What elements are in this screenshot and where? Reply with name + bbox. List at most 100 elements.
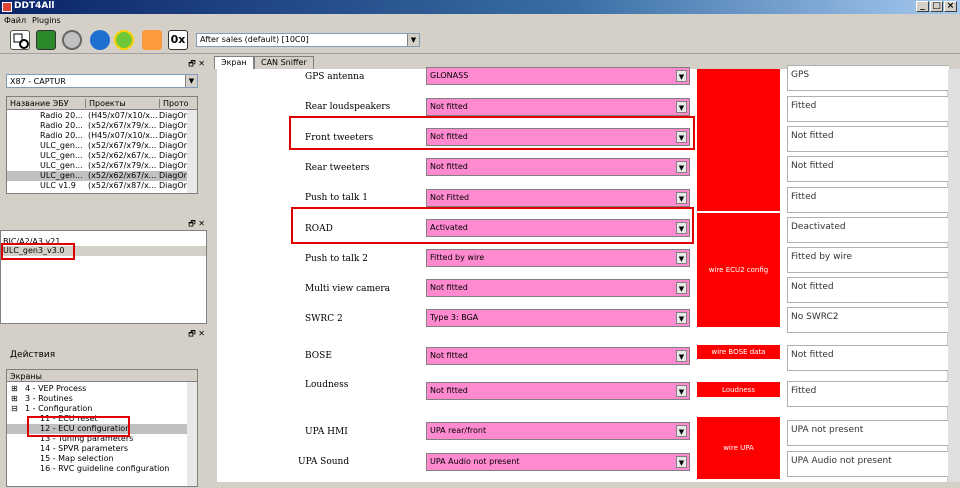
highlight-box [1, 243, 75, 260]
tree-item-label: 1 - Configuration [25, 404, 93, 413]
param-select-value: Not Fitted [430, 193, 470, 202]
chevron-down-icon[interactable]: ▼ [676, 70, 687, 82]
param-select[interactable]: UPA rear/front ▼ [426, 422, 690, 440]
chevron-down-icon[interactable]: ▼ [676, 282, 687, 294]
dock-titlebar: 🗗 ✕ [0, 218, 207, 228]
table-cell: DiagOn [159, 181, 189, 190]
param-select[interactable]: UPA Audio not present ▼ [426, 453, 690, 471]
param-select[interactable]: Type 3: BGA ▼ [426, 309, 690, 327]
tree-item[interactable]: ⊞ 4 - VEP Process [7, 384, 193, 394]
vehicle-select[interactable]: X87 - CAPTUR ▼ [6, 74, 198, 88]
highlight-front-tweeters [289, 116, 695, 150]
table-row[interactable]: ULC_gen... (x52/x67/x79/x... DiagOn [7, 161, 193, 171]
table-row[interactable]: Radio 20... (H45/x07/x10/x... DiagOn [7, 111, 193, 121]
table-cell: Radio 20... [40, 111, 83, 120]
session-select-value: After sales (default) [10C0] [200, 35, 309, 44]
menu-plugins[interactable]: Plugins [32, 16, 61, 25]
table-cell: (x52/x62/x67/x... [88, 171, 157, 180]
table-row[interactable]: ULC_gen... (x52/x62/x67/x... DiagOn [7, 171, 193, 181]
table-cell: DiagOn [159, 161, 189, 170]
param-label: Multi view camera [305, 284, 391, 294]
refresh-icon[interactable] [90, 30, 110, 50]
chevron-down-icon[interactable]: ▼ [185, 75, 197, 87]
maximize-button[interactable]: □ [930, 1, 943, 12]
settings-icon[interactable] [62, 30, 82, 50]
table-cell: DiagOn [159, 171, 189, 180]
param-select-value: Not fitted [430, 102, 468, 111]
expand-icon[interactable]: ⊞ [11, 384, 18, 393]
param-select[interactable]: Fitted by wire ▼ [426, 249, 690, 267]
param-select[interactable]: Not fitted ▼ [426, 279, 690, 297]
tree-item[interactable]: ⊟ 1 - Configuration [7, 404, 193, 414]
table-row[interactable]: ULC_gen... (x52/x67/x79/x... DiagOn [7, 141, 193, 151]
toolbar: 0x [0, 27, 960, 54]
red-block-top [697, 69, 780, 211]
chevron-down-icon[interactable]: ▼ [676, 350, 687, 362]
tree-item[interactable]: ⊞ 3 - Routines [7, 394, 193, 404]
param-label: Loudness [305, 380, 349, 390]
table-row[interactable]: Radio 20... (H45/x07/x10/x... DiagOn [7, 131, 193, 141]
chevron-down-icon[interactable]: ▼ [676, 385, 687, 397]
column-header[interactable]: Название ЭБУ [10, 99, 69, 108]
current-value-field: GPS [787, 65, 949, 91]
screens-tree: Экраны ⊞ 4 - VEP Process ⊞ 3 - Routines ⊟ 1 -… [6, 369, 198, 487]
chevron-down-icon[interactable]: ▼ [676, 192, 687, 204]
expand-icon[interactable]: ⊟ [11, 404, 18, 413]
param-select[interactable]: Not fitted ▼ [426, 382, 690, 400]
param-select[interactable]: Not fitted ▼ [426, 98, 690, 116]
table-cell: DiagOn [159, 111, 189, 120]
param-select-value: UPA Audio not present [430, 457, 520, 466]
app-icon [2, 2, 12, 12]
tab-screen[interactable]: Экран [214, 56, 254, 69]
chevron-down-icon[interactable]: ▼ [676, 101, 687, 113]
scrollbar[interactable] [187, 382, 197, 486]
param-select[interactable]: Not fitted ▼ [426, 158, 690, 176]
tree-item-label: 3 - Routines [25, 394, 73, 403]
hex-icon[interactable]: 0x [168, 30, 188, 50]
left-column: 🗗 ✕ X87 - CAPTUR ▼ Название ЭБУ Проекты … [0, 56, 207, 488]
menu-file[interactable]: Файл [4, 16, 26, 25]
table-cell: (x52/x62/x67/x... [88, 151, 157, 160]
chevron-down-icon[interactable]: ▼ [407, 34, 419, 46]
chevron-down-icon[interactable]: ▼ [676, 161, 687, 173]
param-label: BOSE [305, 351, 332, 361]
table-row[interactable]: ULC_gen... (x52/x62/x67/x... DiagOn [7, 151, 193, 161]
session-select[interactable]: After sales (default) [10C0] ▼ [196, 33, 420, 47]
heart-icon[interactable] [142, 30, 162, 50]
chevron-down-icon[interactable]: ▼ [676, 312, 687, 324]
column-header[interactable]: Проекты [85, 99, 126, 108]
table-cell: (x52/x67/x87/x... [88, 181, 157, 190]
column-header[interactable]: Прото [159, 99, 189, 108]
tree-item[interactable]: 16 - RVC guideline configuration [7, 464, 193, 474]
tree-item[interactable]: 14 - SPVR parameters [7, 444, 193, 454]
tab-can-sniffer[interactable]: CAN Sniffer [254, 56, 314, 69]
chevron-down-icon[interactable]: ▼ [676, 425, 687, 437]
minimize-button[interactable]: _ [916, 1, 929, 12]
current-value-field: Not fitted [787, 156, 949, 182]
param-label: Push to talk 2 [305, 254, 368, 264]
expand-icon[interactable]: ⊞ [11, 394, 18, 403]
table-cell: ULC_gen... [40, 151, 83, 160]
window-title: DDT4All [14, 1, 55, 11]
scrollbar[interactable] [187, 110, 197, 193]
tree-item[interactable]: 15 - Map selection [7, 454, 193, 464]
current-value-field: UPA not present [787, 420, 949, 446]
chevron-down-icon[interactable]: ▼ [676, 456, 687, 468]
connect-icon[interactable] [114, 30, 134, 50]
param-select[interactable]: GLONASS ▼ [426, 67, 690, 85]
current-value-field: Not fitted [787, 277, 949, 303]
table-row[interactable]: ULC v1.9 (x52/x67/x87/x... DiagOn [7, 181, 193, 191]
param-select-value: Not fitted [430, 351, 468, 360]
scan-icon[interactable] [10, 30, 30, 50]
menu-bar: Файл Plugins [0, 14, 960, 27]
chevron-down-icon[interactable]: ▼ [676, 252, 687, 264]
actions-title: Действия [10, 350, 56, 360]
table-row[interactable]: Radio 20... (x52/x67/x79/x... DiagOn [7, 121, 193, 131]
red-block-wire-upa: wire UPA [697, 417, 780, 479]
ecu-icon[interactable] [36, 30, 56, 50]
scrollbar[interactable] [948, 69, 960, 482]
param-select[interactable]: Not fitted ▼ [426, 347, 690, 365]
param-select[interactable]: Not Fitted ▼ [426, 189, 690, 207]
tree-item-label: 15 - Map selection [40, 454, 114, 463]
close-button[interactable]: × [944, 1, 957, 12]
